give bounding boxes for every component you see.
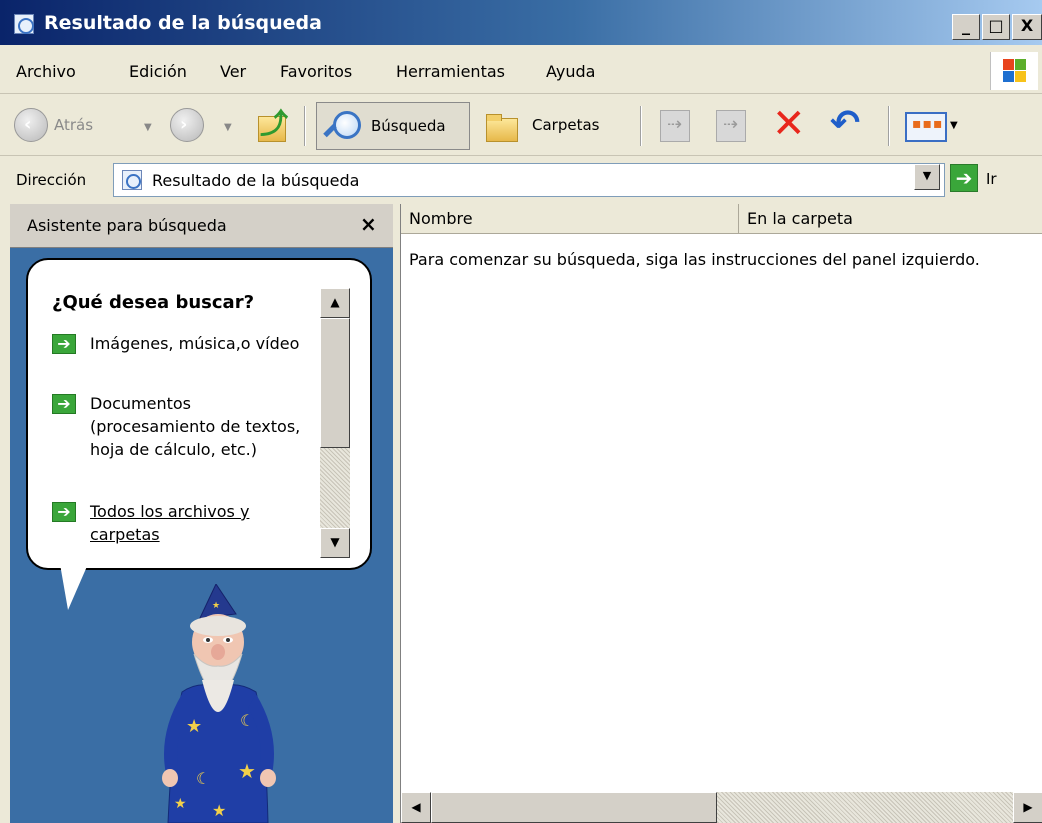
scroll-thumb[interactable]: [431, 792, 717, 823]
svg-text:☾: ☾: [196, 769, 210, 788]
svg-text:★: ★: [212, 801, 226, 820]
move-to-icon[interactable]: [660, 110, 690, 142]
svg-text:★: ★: [238, 759, 256, 783]
question-heading: ¿Qué desea buscar?: [52, 292, 255, 313]
folders-label[interactable]: Carpetas: [532, 116, 599, 134]
toolbar-separator: [888, 106, 890, 146]
option-label[interactable]: Documentos (procesamiento de textos, hoj…: [90, 392, 310, 461]
scroll-thumb[interactable]: [320, 318, 350, 448]
column-folder-header[interactable]: En la carpeta: [739, 204, 1042, 234]
address-value: Resultado de la búsqueda: [152, 171, 360, 190]
address-bar: Dirección Resultado de la búsqueda: [0, 157, 1042, 203]
menu-ver[interactable]: Ver: [220, 62, 246, 81]
speech-balloon: ¿Qué desea buscar? ➔ Imágenes, música,o …: [26, 258, 372, 570]
menu-favoritos[interactable]: Favoritos: [280, 62, 352, 81]
folders-icon[interactable]: [484, 112, 522, 142]
balloon-scrollbar[interactable]: ▲ ▼: [320, 288, 350, 558]
scroll-left-icon[interactable]: ◀: [401, 792, 431, 823]
windows-logo-icon: [990, 52, 1038, 90]
menu-herramientas[interactable]: Herramientas: [396, 62, 505, 81]
close-button[interactable]: X: [1012, 14, 1042, 40]
go-arrow-icon[interactable]: ➔: [950, 164, 978, 192]
green-arrow-icon: ➔: [52, 502, 76, 522]
title-bar[interactable]: Resultado de la búsqueda _ □ X: [0, 0, 1042, 45]
window-title: Resultado de la búsqueda: [44, 12, 322, 34]
results-hint: Para comenzar su búsqueda, siga las inst…: [409, 250, 980, 269]
toolbar-separator: [640, 106, 642, 146]
green-arrow-icon: ➔: [52, 394, 76, 414]
balloon-tail: [60, 564, 88, 610]
search-icon: [325, 111, 361, 141]
svg-text:☾: ☾: [240, 711, 254, 730]
search-assistant-pane: Asistente para búsqueda × ¿Qué desea bus…: [10, 204, 393, 823]
views-icon[interactable]: [905, 112, 947, 142]
scroll-right-icon[interactable]: ▶: [1013, 792, 1042, 823]
forward-dropdown-icon[interactable]: ▼: [224, 122, 232, 133]
search-results-icon: [14, 14, 34, 34]
toolbar-separator: [304, 106, 306, 146]
explorer-window: Resultado de la búsqueda _ □ X Archivo E…: [0, 0, 1042, 823]
copy-to-icon[interactable]: [716, 110, 746, 142]
close-pane-button[interactable]: ×: [360, 212, 377, 236]
menu-edicion[interactable]: Edición: [129, 62, 187, 81]
scroll-down-icon[interactable]: ▼: [320, 528, 350, 558]
svg-text:★: ★: [186, 716, 202, 737]
menu-archivo[interactable]: Archivo: [16, 62, 76, 81]
back-label[interactable]: Atrás: [54, 116, 93, 134]
wizard-character-icon[interactable]: ★ ★ ☾ ☾ ★ ★ ★: [138, 584, 298, 823]
address-input[interactable]: Resultado de la búsqueda: [113, 163, 945, 197]
search-pane-title: Asistente para búsqueda: [27, 216, 227, 235]
option-label[interactable]: Imágenes, música,o vídeo: [90, 332, 310, 355]
address-label: Dirección: [16, 171, 87, 189]
menu-ayuda[interactable]: Ayuda: [546, 62, 595, 81]
scroll-up-icon[interactable]: ▲: [320, 288, 350, 318]
green-arrow-icon: ➔: [52, 334, 76, 354]
views-dropdown-icon[interactable]: ▼: [950, 120, 958, 131]
back-icon[interactable]: ‹: [14, 108, 48, 142]
maximize-button[interactable]: □: [982, 14, 1010, 40]
minimize-button[interactable]: _: [952, 14, 980, 40]
svg-text:★: ★: [174, 796, 187, 812]
search-button[interactable]: Búsqueda: [316, 102, 470, 150]
option-label[interactable]: Todos los archivos y carpetas: [90, 500, 310, 546]
results-pane: Nombre En la carpeta Para comenzar su bú…: [400, 204, 1042, 823]
menu-bar: Archivo Edición Ver Favoritos Herramient…: [0, 48, 1042, 94]
results-header: Nombre En la carpeta: [401, 204, 1042, 234]
search-label: Búsqueda: [371, 117, 446, 135]
forward-icon[interactable]: ›: [170, 108, 204, 142]
back-dropdown-icon[interactable]: ▼: [144, 122, 152, 133]
address-dropdown-icon[interactable]: ▼: [914, 164, 940, 190]
up-folder-icon[interactable]: [254, 102, 290, 144]
search-pane-header: Asistente para búsqueda ×: [10, 204, 393, 248]
svg-text:★: ★: [212, 601, 220, 611]
column-name-header[interactable]: Nombre: [401, 204, 739, 234]
go-button[interactable]: Ir: [986, 170, 997, 188]
delete-icon[interactable]: ✕: [772, 104, 806, 144]
undo-icon[interactable]: ↶: [830, 104, 860, 144]
search-results-icon: [122, 170, 142, 190]
horizontal-scrollbar[interactable]: ◀ ▶: [401, 792, 1042, 823]
